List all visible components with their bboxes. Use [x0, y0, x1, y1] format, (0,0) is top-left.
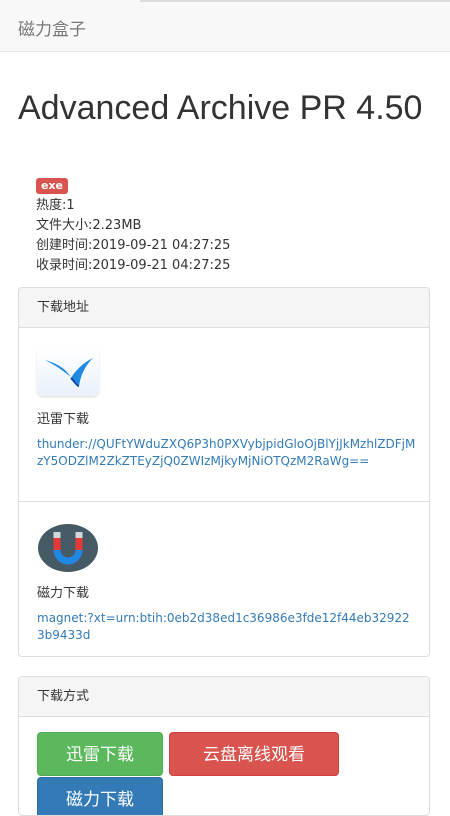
thunder-download-label: 迅雷下载 [37, 412, 90, 427]
magnet-download-button[interactable]: 磁力下载 [37, 777, 163, 815]
magnet-download-label: 磁力下载 [37, 586, 90, 601]
thunder-download-item: 迅雷下载 thunder://QUFtYWduZXQ6P3h0PXVybjpid… [19, 328, 429, 502]
thunder-download-button[interactable]: 迅雷下载 [37, 732, 163, 776]
magnet-icon[interactable] [37, 522, 99, 574]
download-address-heading: 下载地址 [19, 288, 429, 328]
heat-text: 热度:1 [36, 198, 75, 213]
navbar: 磁力盒子 [0, 0, 450, 52]
created-time-text: 创建时间:2019-09-21 04:27:25 [36, 238, 231, 253]
navbar-brand[interactable]: 磁力盒子 [18, 15, 86, 40]
magnet-link[interactable]: magnet:?xt=urn:btih:0eb2d38ed1c36986e3fd… [37, 610, 417, 644]
download-method-heading: 下载方式 [19, 677, 429, 717]
navbar-top-border [140, 0, 450, 2]
magnet-download-item: 磁力下载 magnet:?xt=urn:btih:0eb2d38ed1c3698… [19, 502, 429, 656]
file-size-text: 文件大小:2.23MB [36, 218, 142, 233]
thunder-link[interactable]: thunder://QUFtYWduZXQ6P3h0PXVybjpidGloOj… [37, 436, 417, 470]
download-method-panel: 下载方式 迅雷下载 云盘离线观看 磁力下载 [18, 676, 430, 816]
page-title: Advanced Archive PR 4.50 [18, 89, 423, 127]
cloud-offline-watch-button[interactable]: 云盘离线观看 [169, 732, 339, 776]
indexed-time-text: 收录时间:2019-09-21 04:27:25 [36, 258, 231, 273]
download-address-panel: 下载地址 迅雷下载 thunder://QUFtYWduZXQ6P3h0PXVy… [18, 287, 430, 657]
thunder-bird-icon[interactable] [37, 348, 99, 396]
file-type-badge: exe [36, 178, 69, 194]
